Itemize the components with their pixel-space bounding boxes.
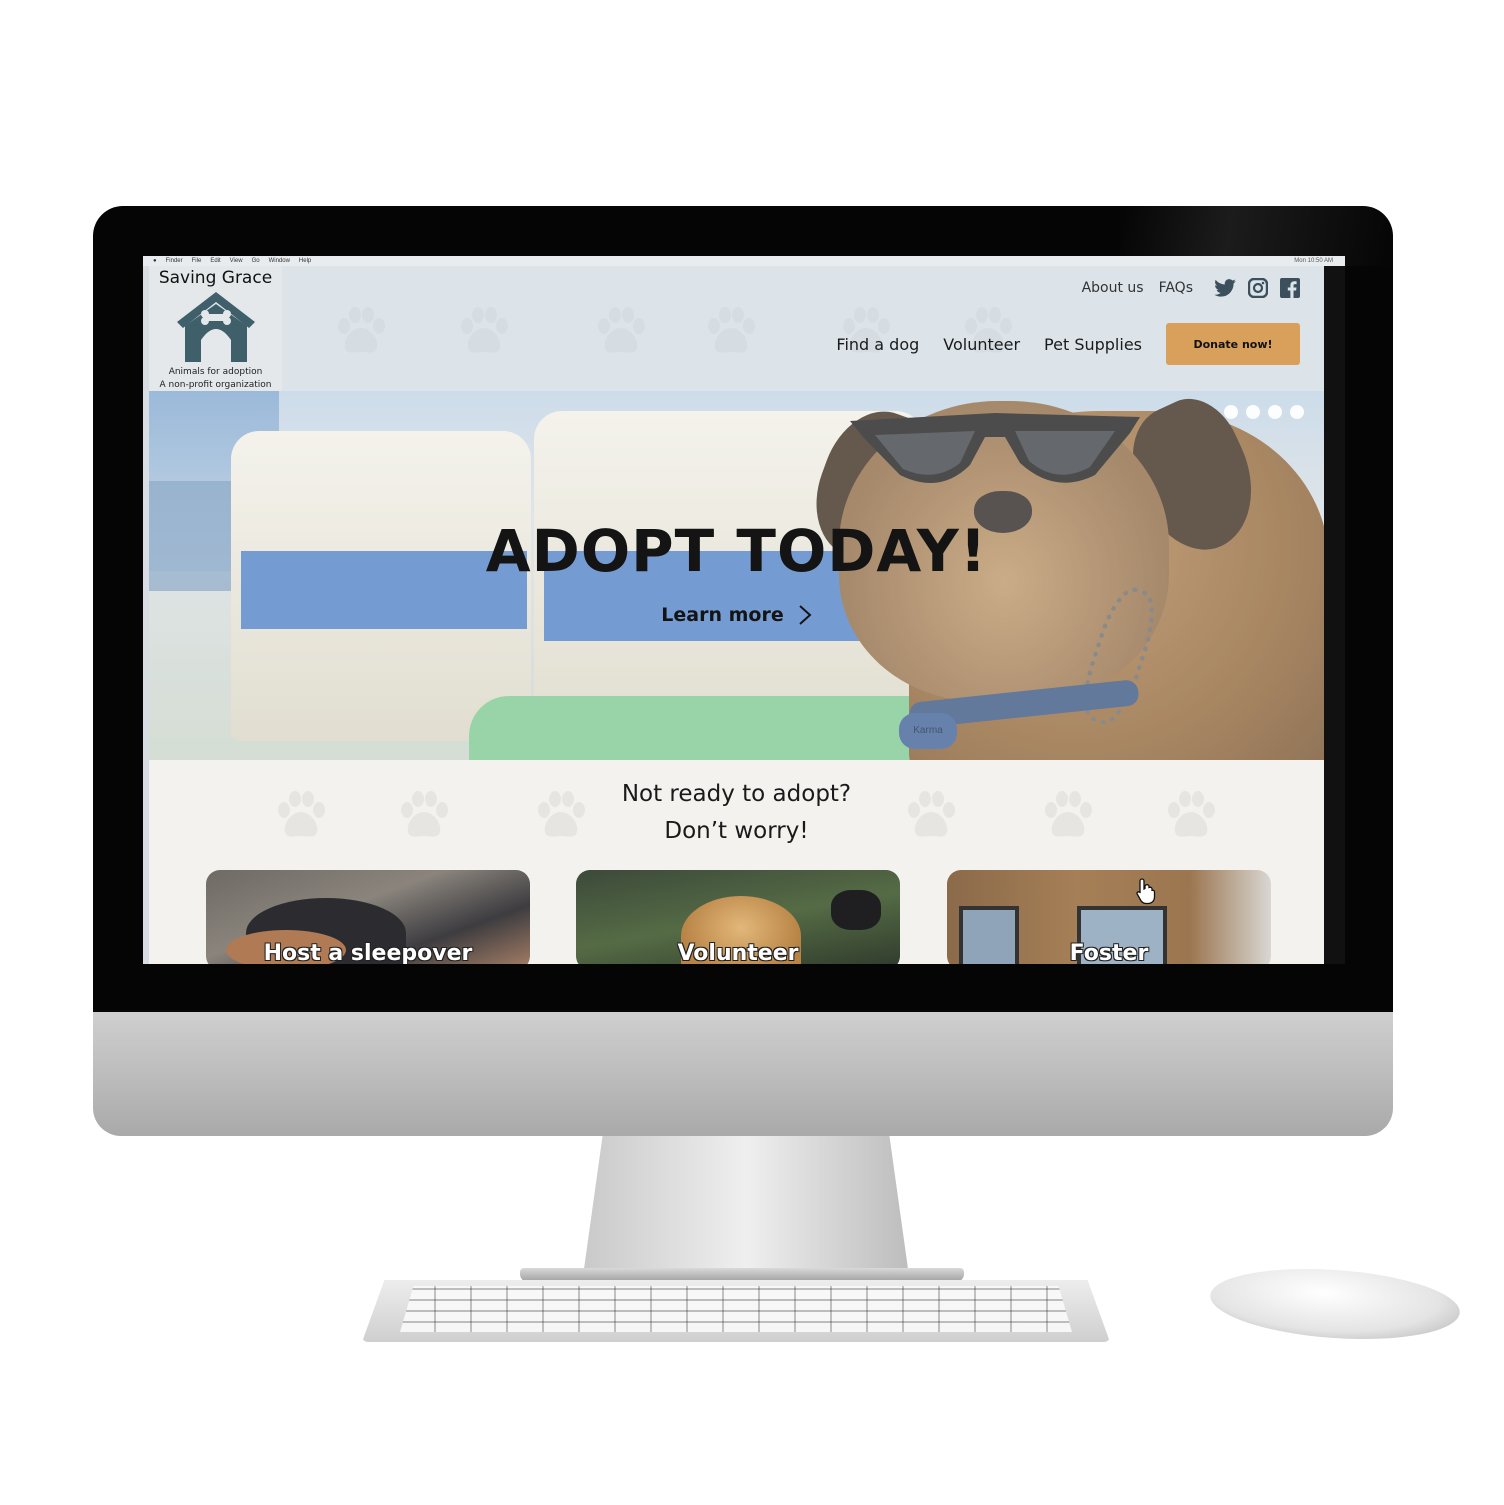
menu-help[interactable]: Help <box>299 258 311 264</box>
paw-print-icon <box>461 307 508 353</box>
facebook-icon[interactable] <box>1280 278 1300 298</box>
screen-edge <box>1324 266 1345 964</box>
menu-window[interactable]: Window <box>269 258 290 264</box>
mouse <box>1207 1261 1463 1347</box>
donate-button[interactable]: Donate now! <box>1166 323 1300 365</box>
card-host-sleepover[interactable]: Host a sleepover <box>206 870 530 964</box>
instagram-icon[interactable] <box>1248 278 1268 298</box>
twitter-icon[interactable] <box>1214 279 1236 297</box>
paw-print-icon <box>598 307 645 353</box>
logo-subtitle-line1: Animals for adoption <box>168 367 263 377</box>
paw-print-icon <box>338 307 385 353</box>
keyboard-keys <box>400 1286 1072 1332</box>
card-photo-phone <box>831 890 881 930</box>
menu-finder[interactable]: Finder <box>166 258 183 264</box>
about-us-link[interactable]: About us <box>1082 280 1144 296</box>
card-label: Volunteer <box>677 941 799 964</box>
monitor-stand <box>583 1136 909 1276</box>
screen: ● Finder File Edit View Go Window Help M… <box>143 256 1345 964</box>
site-header: Saving Grace Animals for adoption A non-… <box>149 266 1324 391</box>
monitor-chin <box>93 1012 1393 1136</box>
learn-more-label: Learn more <box>661 604 784 626</box>
menu-edit[interactable]: Edit <box>210 258 220 264</box>
menu-go[interactable]: Go <box>252 258 260 264</box>
alternatives-heading-line1: Not ready to adopt? <box>621 781 852 807</box>
card-label: Host a sleepover <box>263 941 473 964</box>
card-volunteer[interactable]: Volunteer <box>576 870 900 964</box>
alternatives-heading-line2: Don’t worry! <box>664 818 809 844</box>
carousel-dot-3[interactable] <box>1268 405 1282 419</box>
carousel-dot-2[interactable] <box>1246 405 1260 419</box>
alternatives-heading: Not ready to adopt? Don’t worry! <box>149 776 1324 850</box>
carousel-dot-1[interactable] <box>1224 405 1238 419</box>
site-logo[interactable]: Saving Grace Animals for adoption A non-… <box>149 266 282 391</box>
main-nav: Find a dog Volunteer Pet Supplies Donate… <box>836 323 1300 365</box>
paw-print-icon <box>708 307 755 353</box>
faqs-link[interactable]: FAQs <box>1159 280 1193 296</box>
nav-pet-supplies[interactable]: Pet Supplies <box>1044 335 1142 354</box>
card-foster[interactable]: Foster <box>947 870 1271 964</box>
carousel-dot-4[interactable] <box>1290 405 1304 419</box>
apple-icon[interactable]: ● <box>153 258 157 264</box>
social-links <box>1214 278 1300 298</box>
top-links: About us FAQs <box>1082 278 1300 298</box>
os-menubar: ● Finder File Edit View Go Window Help M… <box>143 256 1345 266</box>
hero-banner: Karma ADOPT TODAY! Learn more <box>149 391 1324 760</box>
hero-title: ADOPT TODAY! <box>485 517 988 585</box>
monitor-stand-foot <box>520 1268 964 1282</box>
alternatives-section: Not ready to adopt? Don’t worry! Host a … <box>149 760 1324 964</box>
learn-more-button[interactable]: Learn more <box>149 604 1324 626</box>
nav-volunteer[interactable]: Volunteer <box>943 335 1020 354</box>
logo-subtitle: Animals for adoption A non-profit organi… <box>149 366 282 391</box>
chevron-right-icon <box>799 605 812 625</box>
menu-file[interactable]: File <box>192 258 202 264</box>
hand-cursor-icon <box>1136 878 1156 905</box>
web-page: Saving Grace Animals for adoption A non-… <box>149 266 1324 964</box>
logo-title: Saving Grace <box>158 268 273 288</box>
menubar-clock: Mon 10:50 AM <box>1294 258 1333 264</box>
carousel-dots <box>1224 405 1304 419</box>
logo-subtitle-line2: A non-profit organization <box>159 380 272 390</box>
menu-view[interactable]: View <box>230 258 243 264</box>
doghouse-icon <box>177 292 255 362</box>
card-label: Foster <box>1069 941 1149 964</box>
nav-find-a-dog[interactable]: Find a dog <box>836 335 919 354</box>
